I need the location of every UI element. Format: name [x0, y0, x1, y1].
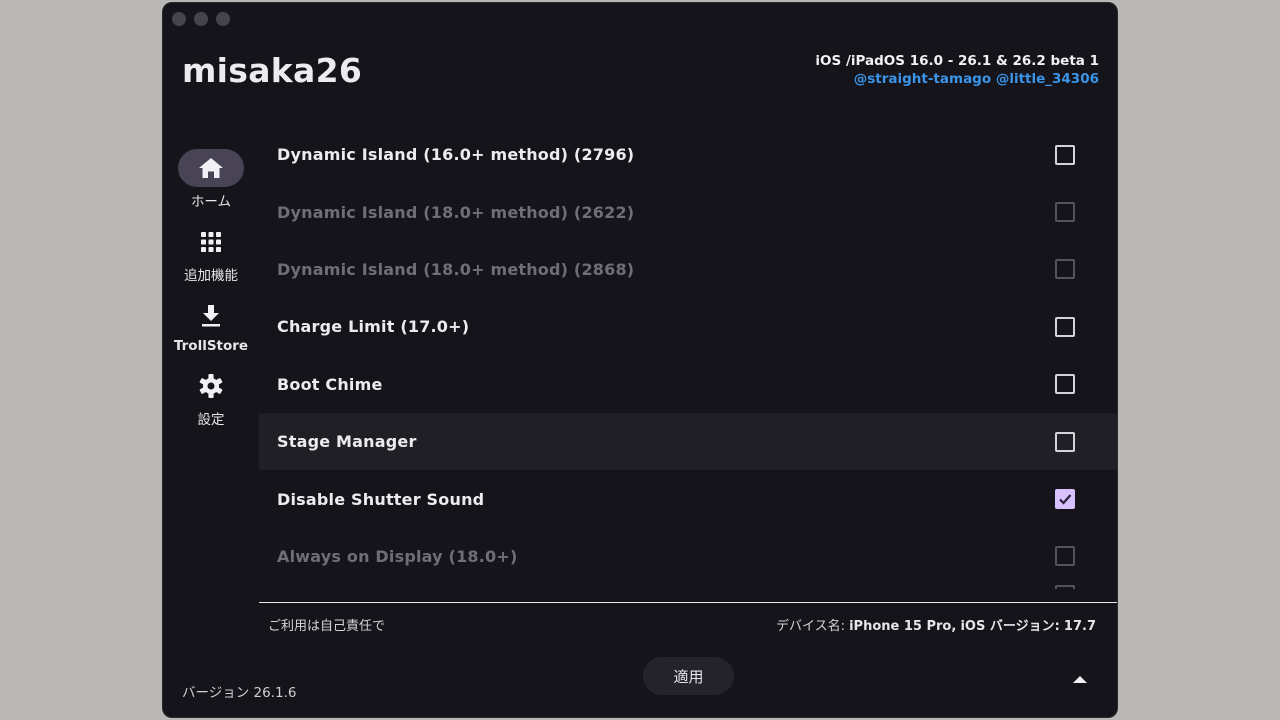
tweak-row-dynamic-island-2796[interactable]: Dynamic Island (16.0+ method) (2796)	[259, 126, 1117, 183]
sidebar-item-trollstore[interactable]: TrollStore	[163, 297, 259, 354]
device-name: iPhone 15 Pro,	[849, 619, 957, 634]
disclaimer: ご利用は自己責任で	[268, 619, 386, 634]
sidebar: ホーム 追加機能 TrollStore 設定	[163, 149, 259, 441]
header-info: iOS /iPadOS 16.0 - 26.1 & 26.2 beta 1 @s…	[815, 53, 1099, 87]
tweak-row-boot-chime[interactable]: Boot Chime	[259, 356, 1117, 413]
tweak-checkbox-checked[interactable]	[1055, 489, 1075, 510]
app-version: バージョン 26.1.6	[182, 685, 297, 701]
app-window: misaka26 iOS /iPadOS 16.0 - 26.1 & 26.2 …	[162, 2, 1118, 718]
download-icon	[202, 305, 220, 327]
tweak-checkbox[interactable]	[1055, 431, 1075, 452]
sidebar-item-label: ホーム	[190, 194, 232, 210]
tweak-row-partial	[259, 585, 1117, 602]
sidebar-item-label: TrollStore	[173, 338, 249, 354]
tweak-row-charge-limit[interactable]: Charge Limit (17.0+)	[259, 298, 1117, 355]
tweak-label: Dynamic Island (18.0+ method) (2622)	[277, 202, 635, 222]
tweak-checkbox[interactable]	[1055, 144, 1075, 165]
tweak-label: Dynamic Island (16.0+ method) (2796)	[277, 145, 635, 165]
chevron-up-icon[interactable]	[1073, 675, 1087, 684]
ios-label: iOS バージョン:	[960, 619, 1060, 634]
ios-version: 17.7	[1063, 619, 1096, 634]
tweak-checkbox	[1055, 202, 1075, 223]
tweak-label: Boot Chime	[277, 374, 383, 394]
tweak-checkbox	[1055, 585, 1075, 590]
sidebar-item-settings[interactable]: 設定	[163, 367, 259, 428]
device-label: デバイス名:	[775, 619, 845, 634]
ios-support-range: iOS /iPadOS 16.0 - 26.1 & 26.2 beta 1	[815, 53, 1099, 69]
tweak-checkbox	[1055, 259, 1075, 280]
tweak-row-dynamic-island-2622: Dynamic Island (18.0+ method) (2622)	[259, 183, 1117, 240]
tweak-label: Dynamic Island (18.0+ method) (2868)	[277, 259, 635, 279]
sidebar-item-extras[interactable]: 追加機能	[163, 223, 259, 284]
minimize-window-button[interactable]	[194, 12, 208, 26]
credit-link-2[interactable]: @little_34306	[996, 71, 1099, 87]
tweak-row-disable-shutter-sound[interactable]: Disable Shutter Sound	[259, 470, 1117, 527]
window-controls	[172, 12, 230, 26]
credit-link-1[interactable]: @straight-tamago	[854, 71, 991, 87]
tweak-checkbox[interactable]	[1055, 316, 1075, 337]
checkmark-icon	[1059, 494, 1072, 505]
divider	[259, 602, 1117, 603]
close-window-button[interactable]	[172, 12, 186, 26]
tweak-checkbox[interactable]	[1055, 374, 1075, 395]
tweak-checkbox	[1055, 546, 1075, 567]
tweak-label: Always on Display (18.0+)	[277, 546, 518, 566]
tweak-label: Disable Shutter Sound	[277, 489, 485, 509]
tweak-row-dynamic-island-2868: Dynamic Island (18.0+ method) (2868)	[259, 241, 1117, 298]
tweak-row-stage-manager[interactable]: Stage Manager	[259, 412, 1117, 471]
zoom-window-button[interactable]	[216, 12, 230, 26]
apply-button[interactable]: 適用	[643, 657, 734, 695]
grid-icon	[201, 232, 221, 252]
tweak-list[interactable]: Dynamic Island (16.0+ method) (2796) Dyn…	[259, 126, 1117, 602]
gear-icon	[199, 374, 223, 398]
sidebar-item-label: 追加機能	[184, 268, 238, 284]
home-icon	[199, 158, 223, 178]
tweak-row-always-on-display: Always on Display (18.0+)	[259, 528, 1117, 585]
sidebar-item-home[interactable]: ホーム	[163, 149, 259, 210]
tweak-label: Charge Limit (17.0+)	[277, 317, 470, 337]
credits: @straight-tamago @little_34306	[815, 71, 1099, 87]
app-title: misaka26	[182, 51, 363, 90]
sidebar-item-label: 設定	[197, 412, 225, 428]
tweak-label: Stage Manager	[277, 432, 417, 452]
device-info: デバイス名: iPhone 15 Pro, iOS バージョン: 17.7	[776, 615, 1096, 634]
